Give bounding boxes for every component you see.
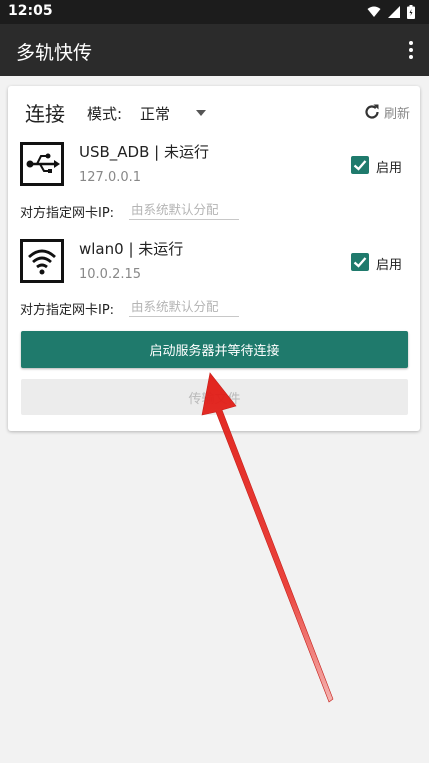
transfer-file-button[interactable]: 传输文件 <box>21 379 408 415</box>
app-title: 多轨快传 <box>16 42 93 64</box>
start-server-button[interactable]: 启动服务器并等待连接 <box>21 331 408 368</box>
interface-name-wlan: wlan0 | 未运行 <box>79 240 184 258</box>
battery-icon <box>407 5 415 19</box>
wifi-icon <box>20 239 64 283</box>
connection-card: 连接 模式: 正常 刷新 USB_ADB | 未运行 127.0.0.1 启用 … <box>8 86 420 431</box>
peer-ip-label-usb: 对方指定网卡IP: <box>20 206 115 221</box>
refresh-button[interactable]: 刷新 <box>363 101 413 123</box>
wifi-signal-icon <box>367 6 381 17</box>
enable-checkbox-usb[interactable] <box>351 156 369 174</box>
interface-ip-usb: 127.0.0.1 <box>79 170 142 185</box>
usb-icon <box>20 142 64 186</box>
connection-title: 连接 <box>25 102 65 126</box>
refresh-label: 刷新 <box>384 106 411 122</box>
cell-signal-icon <box>388 6 400 18</box>
mode-label: 模式: <box>87 105 123 123</box>
enable-checkbox-wlan[interactable] <box>351 253 369 271</box>
more-menu-icon[interactable] <box>407 40 415 60</box>
refresh-icon <box>365 104 379 119</box>
mode-select[interactable]: 正常 <box>140 103 170 124</box>
interface-ip-wlan: 10.0.2.15 <box>79 267 142 282</box>
peer-ip-input-usb[interactable] <box>129 199 239 220</box>
peer-ip-input-wlan[interactable] <box>129 296 239 317</box>
dropdown-arrow-icon[interactable] <box>196 110 206 116</box>
enable-label-wlan: 启用 <box>376 258 403 273</box>
check-icon <box>353 257 367 268</box>
status-time: 12:05 <box>8 3 53 19</box>
enable-label-usb: 启用 <box>376 161 403 176</box>
app-bar: 多轨快传 <box>0 24 429 76</box>
peer-ip-label-wlan: 对方指定网卡IP: <box>20 303 115 318</box>
status-bar: 12:05 <box>0 0 429 24</box>
interface-name-usb: USB_ADB | 未运行 <box>79 143 209 161</box>
check-icon <box>353 160 367 171</box>
status-icons <box>367 3 415 21</box>
